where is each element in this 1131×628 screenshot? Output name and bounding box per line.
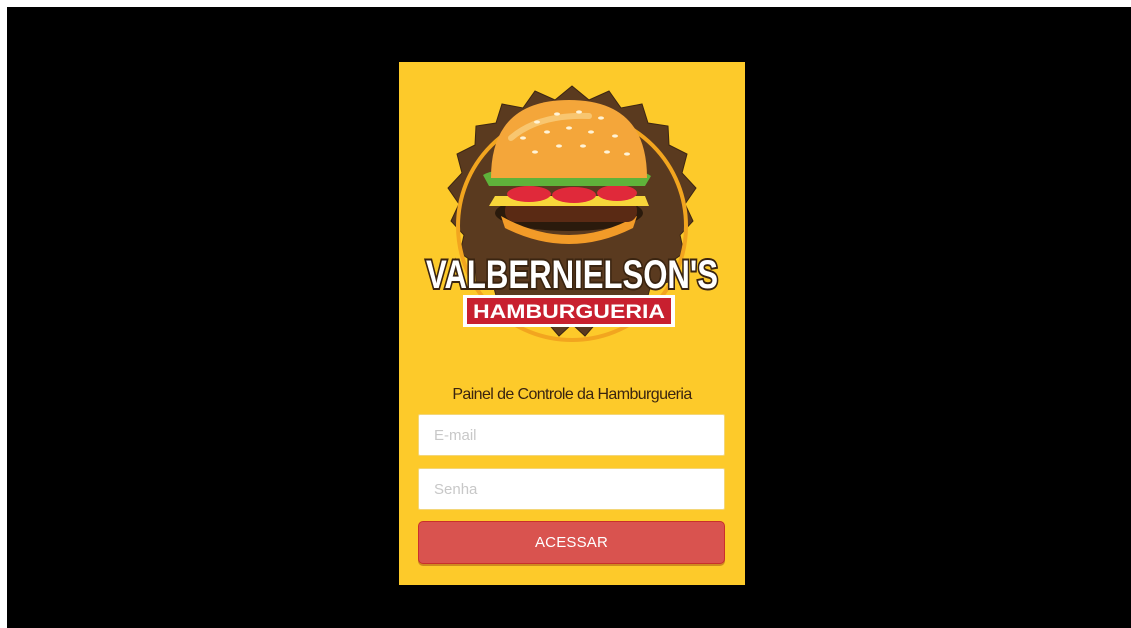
email-field[interactable] [418, 414, 725, 456]
login-panel: VALBERNIELSON'S HAMBURGUERIA Painel de C… [399, 62, 745, 585]
screen-background: VALBERNIELSON'S HAMBURGUERIA Painel de C… [7, 7, 1131, 628]
brand-name: VALBERNIELSON'S [426, 253, 718, 297]
password-field[interactable] [418, 468, 725, 510]
panel-subtitle: Painel de Controle da Hamburgueria [452, 386, 692, 403]
brand-tagline: HAMBURGUERIA [473, 302, 665, 323]
hamburgueria-logo: VALBERNIELSON'S HAMBURGUERIA [424, 85, 720, 342]
access-button[interactable]: ACESSAR [418, 521, 725, 564]
